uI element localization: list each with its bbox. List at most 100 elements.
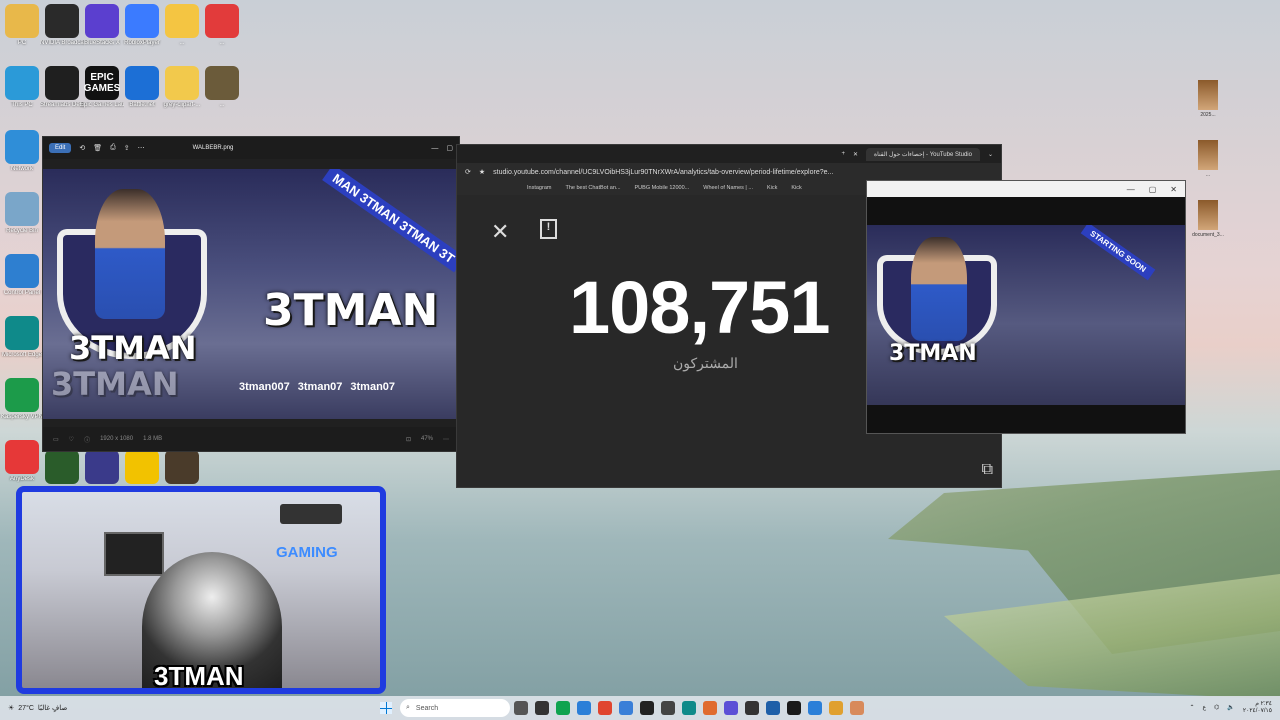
language-indicator[interactable]: ع (1203, 704, 1207, 711)
bookmark-item[interactable]: The best ChatBot an... (565, 185, 620, 191)
app-icon (5, 316, 39, 350)
desktop-icon[interactable]: ... (200, 66, 244, 109)
desktop-icon[interactable]: EPIC GAMES Epic Games Launcher (80, 66, 124, 109)
fit-icon[interactable]: ⊡ (406, 436, 411, 443)
app-icon[interactable] (850, 701, 864, 715)
app-icon[interactable] (724, 701, 738, 715)
rotate-icon[interactable]: ⟲ (79, 144, 85, 152)
app-icon[interactable] (787, 701, 801, 715)
bookmark-item[interactable]: Instagram (527, 185, 551, 191)
desktop-icon[interactable]: NVIDIA Broadcast (40, 4, 84, 47)
info-icon[interactable]: ⓘ (84, 435, 90, 444)
photo-viewer-window[interactable]: Edit ⟲ 🗑 ⎙ ⇪ ⋯ WALBEBR.png — ▢ MAN 3TMAN… (42, 136, 460, 452)
new-tab-button[interactable]: + (841, 151, 845, 157)
tab-youtube-studio[interactable]: إحصاءات حول القناة - YouTube Studio (866, 147, 980, 161)
bookmark-item[interactable]: Wheel of Names | ... (703, 185, 753, 191)
report-icon[interactable]: ! (540, 219, 557, 239)
desktop-icon[interactable]: ... (200, 4, 244, 47)
url-field[interactable]: studio.youtube.com/channel/UC9LVOibHS3jL… (493, 169, 833, 176)
app-icon (125, 4, 159, 38)
minimize-button[interactable]: — (431, 145, 438, 152)
preview-ribbon: STARTING SOON (1080, 225, 1156, 281)
weather-label: صافٍ غالبًا (37, 705, 68, 712)
app-icon[interactable] (703, 701, 717, 715)
close-button[interactable]: ✕ (1170, 185, 1177, 194)
share-icon[interactable]: ⇪ (124, 144, 130, 152)
desktop-icon[interactable]: BlueStacks X (80, 4, 124, 47)
filmstrip-icon[interactable]: ▭ (53, 436, 59, 443)
reload-icon[interactable]: ⟳ (465, 168, 471, 176)
weather-widget[interactable]: ☀ 27°C صافٍ غالبًا (8, 704, 68, 713)
edit-button[interactable]: Edit (49, 143, 72, 153)
minimize-button[interactable]: — (1127, 185, 1135, 194)
temperature: 27°C (18, 704, 34, 712)
preview-person (911, 237, 967, 341)
desktop-icon[interactable]: Battle.net (120, 66, 164, 109)
desktop-icon[interactable]: Network (0, 130, 44, 173)
app-icon[interactable] (661, 701, 675, 715)
desktop-icon[interactable]: Streamlabs Desktop (40, 66, 84, 109)
close-icon[interactable]: ✕ (491, 219, 509, 245)
gaming-sign: GAMING (276, 544, 338, 561)
taskbar-apps (514, 701, 864, 715)
app-icon[interactable] (535, 701, 549, 715)
start-button[interactable] (380, 702, 392, 714)
desktop-icon[interactable]: Microsoft Edge (0, 316, 44, 359)
desktop-icon[interactable]: Kaspersky VPN (0, 378, 44, 421)
app-icon[interactable] (640, 701, 654, 715)
favorite-icon[interactable]: ♡ (69, 436, 74, 443)
webcam-overlay: GAMING 3TMAN (16, 486, 386, 694)
search-box[interactable]: ⌕ Search (400, 699, 510, 717)
network-icon[interactable]: ⌬ (1214, 704, 1219, 711)
more-icon[interactable]: ⋯ (138, 144, 145, 152)
desktop-icon[interactable]: grey-clipart-... (160, 66, 204, 109)
desktop-icon[interactable]: PC (0, 4, 44, 47)
app-icon[interactable] (514, 701, 528, 715)
app-icon[interactable] (829, 701, 843, 715)
preview-titlebar: — ▢ ✕ (867, 181, 1185, 197)
desktop-icon[interactable]: RobloxPlayer (120, 4, 164, 47)
preview-logo: 3TMAN (889, 341, 977, 366)
desktop-icon-label: Battle.net (129, 102, 155, 108)
layers-icon[interactable]: ⧉ (982, 461, 993, 479)
address-bar-row: ⟳ ★ studio.youtube.com/channel/UC9LVOibH… (457, 163, 1001, 181)
more-options-icon[interactable]: ⋯ (443, 436, 449, 443)
maximize-button[interactable]: ▢ (446, 144, 453, 152)
volume-icon[interactable]: 🔈 (1227, 704, 1234, 711)
bookmark-item[interactable]: Kick (791, 185, 801, 191)
chevron-up-icon[interactable]: ⌃ (1190, 704, 1195, 711)
tv-screen (104, 532, 164, 576)
chrome-icon[interactable] (598, 701, 612, 715)
app-icon[interactable] (808, 701, 822, 715)
star-icon[interactable]: ★ (479, 168, 485, 176)
desktop-icon[interactable]: AnyDesk (0, 440, 44, 483)
preview-window[interactable]: — ▢ ✕ STARTING SOON 3TMAN (866, 180, 1186, 434)
desktop-icon[interactable]: Control Panel (0, 254, 44, 297)
bookmark-item[interactable]: PUBG Mobile 12000... (635, 185, 690, 191)
app-icon[interactable] (766, 701, 780, 715)
tab-list-icon[interactable]: ⌄ (988, 151, 993, 158)
app-icon[interactable] (556, 701, 570, 715)
desktop-icon[interactable]: This PC (0, 66, 44, 109)
app-icon (205, 66, 239, 100)
clock[interactable]: ٢:٣٤ م ٢٠٢٤/٠٧/١٥ (1243, 700, 1272, 714)
app-icon (165, 450, 199, 484)
zoom-level[interactable]: 47% (421, 436, 433, 442)
desktop-icon[interactable]: Recycle Bin (0, 192, 44, 235)
desktop-file-icon[interactable]: 2025... (1190, 80, 1226, 118)
bookmark-item[interactable]: Kick (767, 185, 777, 191)
tab-close-icon[interactable]: ✕ (853, 151, 858, 158)
print-icon[interactable]: ⎙ (110, 144, 116, 152)
app-icon (125, 66, 159, 100)
desktop-file-icon[interactable]: document_3... (1190, 200, 1226, 238)
edge-icon[interactable] (682, 701, 696, 715)
desktop-file-icon[interactable]: ... (1190, 140, 1226, 178)
instagram-handle: 3tman007 (239, 381, 290, 393)
delete-icon[interactable]: 🗑 (93, 144, 102, 152)
maximize-button[interactable]: ▢ (1149, 185, 1157, 194)
app-icon[interactable] (745, 701, 759, 715)
app-icon[interactable] (619, 701, 633, 715)
image-thumbnail (1198, 80, 1218, 110)
desktop-icon[interactable]: ... (160, 4, 204, 47)
app-icon[interactable] (577, 701, 591, 715)
